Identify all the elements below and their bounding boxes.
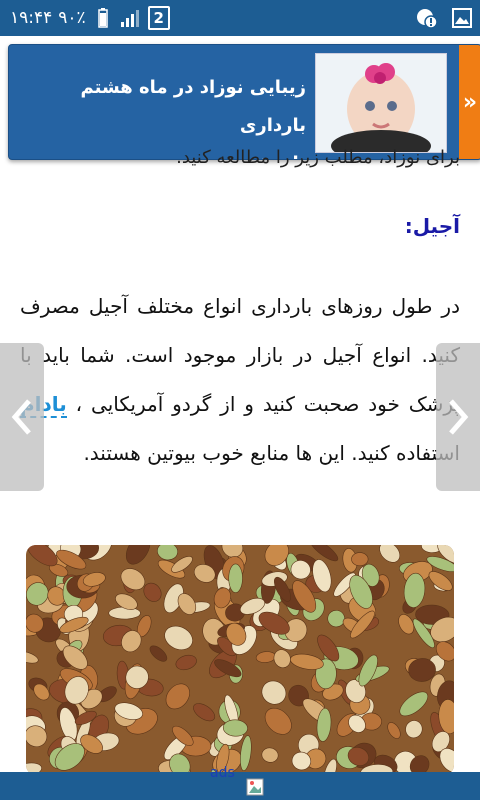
broken-image-icon (246, 778, 264, 796)
clock: ۱۹:۴۴ (10, 8, 53, 28)
battery-percent: ۹۰٪ (58, 8, 86, 28)
signal-icon (120, 10, 139, 27)
chevron-right-icon (449, 399, 469, 435)
previous-button[interactable] (0, 343, 44, 491)
paragraph-text-1: در طول روزهای بارداری انواع مختلف آجیل م… (20, 294, 460, 416)
ad-line-1: زیبایی نوزاد در ماه هشتم بارداری (80, 77, 306, 136)
nut-shape (351, 552, 369, 567)
battery-icon (97, 8, 108, 28)
section-heading: آجیل: (404, 214, 460, 238)
ads-label[interactable]: ads (210, 765, 235, 781)
ad-baby-photo (315, 53, 447, 153)
next-button[interactable] (436, 343, 480, 491)
cut-off-text-line: برای نوزاد، مطلب زیر را مطالعه کنید. (176, 147, 460, 168)
sim-icon: 2 (147, 6, 170, 30)
ad-open-arrow[interactable]: » (459, 45, 480, 159)
nuts-image (26, 545, 454, 775)
status-bar: ۱۹:۴۴ ۹۰٪ 2 (0, 0, 480, 36)
nut-shape (228, 563, 243, 594)
nut-shape (108, 606, 141, 620)
bottom-bar (0, 772, 480, 800)
ad-banner[interactable]: زیبایی نوزاد در ماه هشتم بارداری با تغذی… (8, 44, 480, 160)
alert-icon (417, 9, 438, 29)
chevron-left-icon (11, 399, 31, 435)
article-paragraph: در طول روزهای بارداری انواع مختلف آجیل م… (20, 282, 460, 478)
paragraph-text-2: استفاده کنید. این ها منابع خوب بیوتین هس… (83, 441, 460, 465)
gallery-icon (452, 8, 472, 28)
